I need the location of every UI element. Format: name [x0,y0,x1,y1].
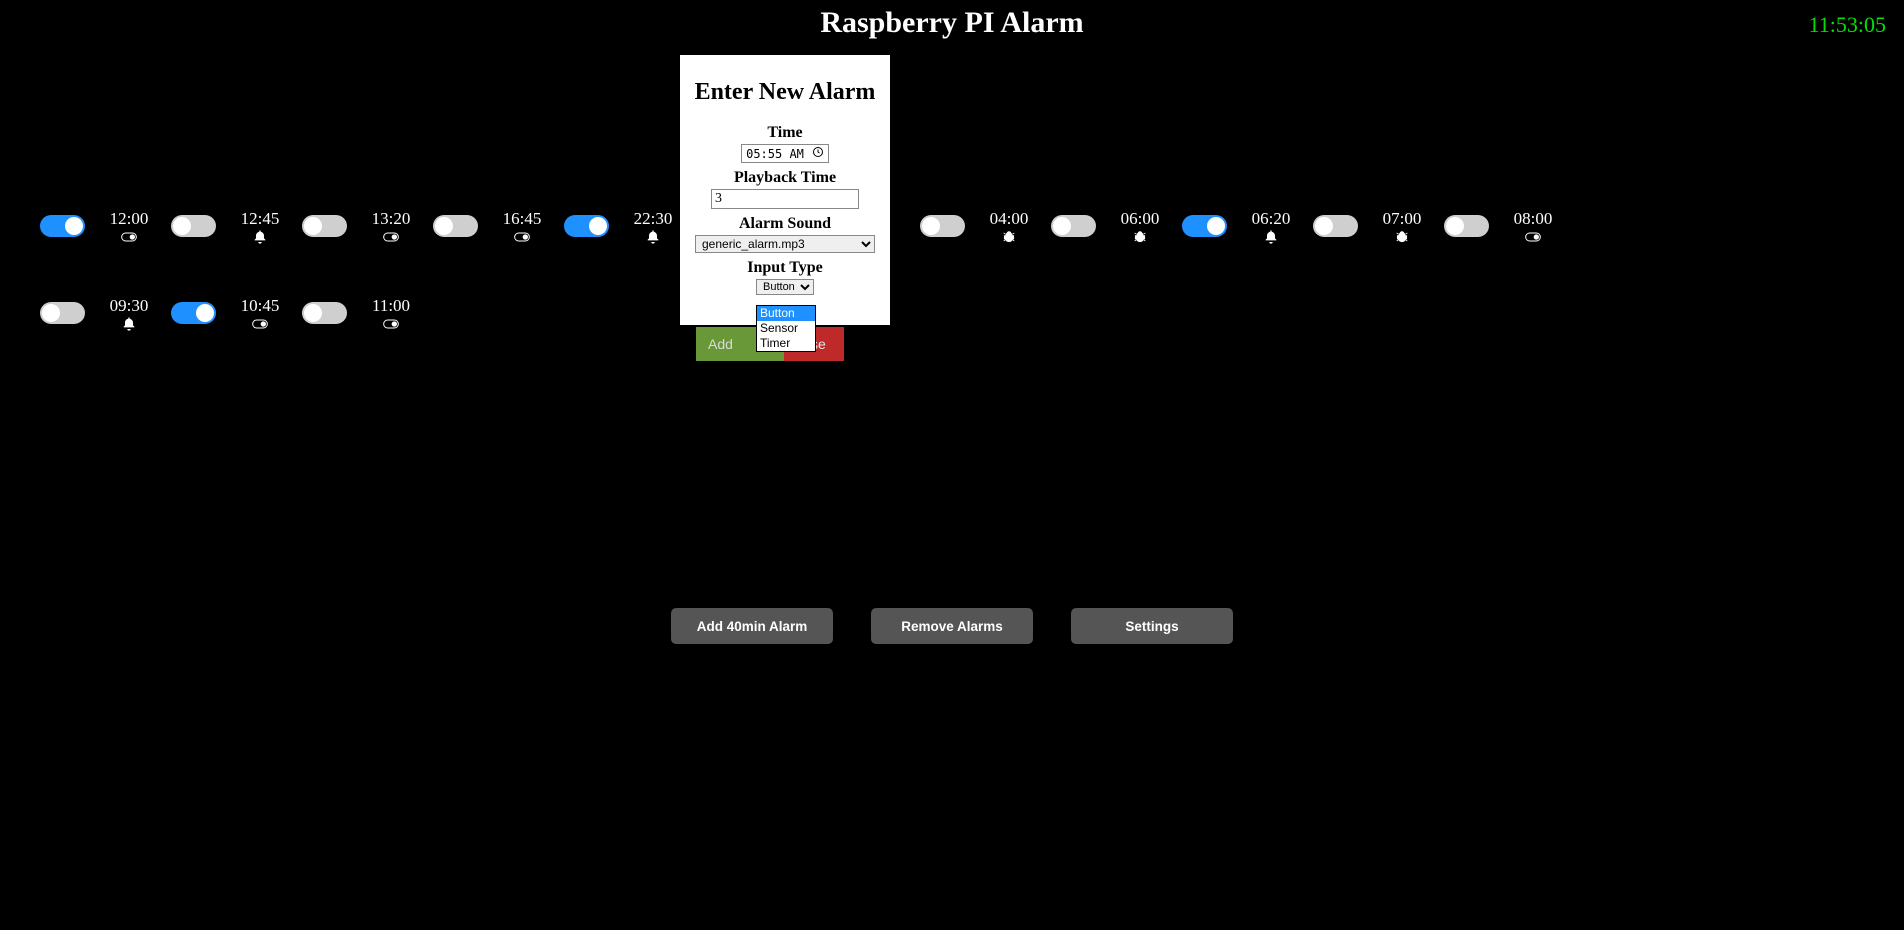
page-title: Raspberry PI Alarm [0,6,1904,40]
alarm-item: 06:20 [1182,210,1313,245]
alarm-info: 10:45 [240,297,280,332]
toggle-icon [371,316,411,332]
dropdown-option-timer[interactable]: Timer [757,336,815,351]
alarm-toggle[interactable] [302,302,347,324]
toggle-icon [109,229,149,245]
toggle-icon [240,316,280,332]
clock-display: 11:53:05 [1809,12,1886,38]
alarm-item: 07:00 [1313,210,1444,245]
settings-button[interactable]: Settings [1071,608,1233,644]
alarm-toggle[interactable] [40,215,85,237]
alarm-info: 08:00 [1513,210,1553,245]
bell-icon [1251,229,1291,245]
alarm-info: 12:45 [240,210,280,245]
alarm-item: 04:00 [920,210,1051,245]
alarm-item: 09:30 [40,297,171,332]
add-40min-alarm-button[interactable]: Add 40min Alarm [671,608,833,644]
input-type-dropdown[interactable]: Button Sensor Timer [756,305,816,352]
alarm-sound-select[interactable]: generic_alarm.mp3 [695,235,875,253]
alarm-item: 12:00 [40,210,171,245]
dropdown-option-button[interactable]: Button [757,306,815,321]
alarm-time: 10:45 [240,297,280,314]
alarm-time: 22:30 [633,210,673,227]
alarm-time: 12:00 [109,210,149,227]
remove-alarms-button[interactable]: Remove Alarms [871,608,1033,644]
alarm-info: 09:30 [109,297,149,332]
time-input[interactable]: 05:55 AM [741,144,829,163]
modal-title: Enter New Alarm [680,79,890,106]
bell-icon [109,316,149,332]
alarm-time: 16:45 [502,210,542,227]
alarm-row: 09:30 10:45 11:00 [40,297,1904,332]
bell-icon [240,229,280,245]
alarm-item: 16:45 [433,210,564,245]
alarm-info: 12:00 [109,210,149,245]
alarm-item: 13:20 [302,210,433,245]
bug-icon [1382,229,1422,245]
bug-icon [1120,229,1160,245]
alarm-info: 11:00 [371,297,411,332]
clock-icon[interactable] [812,146,824,161]
alarm-toggle[interactable] [1444,215,1489,237]
alarm-toggle[interactable] [302,215,347,237]
alarm-time: 13:20 [371,210,411,227]
alarm-row: 12:00 12:45 13:20 16:45 22:30 04:00 06:00 06:20… [40,210,1904,245]
alarm-toggle[interactable] [1051,215,1096,237]
alarm-time: 06:20 [1251,210,1291,227]
playback-time-input[interactable] [711,189,859,209]
alarm-toggle[interactable] [40,302,85,324]
alarm-toggle[interactable] [564,215,609,237]
alarm-toggle[interactable] [920,215,965,237]
alarm-toggle[interactable] [433,215,478,237]
alarm-time: 07:00 [1382,210,1422,227]
alarm-item: 11:00 [302,297,433,332]
alarm-info: 22:30 [633,210,673,245]
footer-toolbar: Add 40min Alarm Remove Alarms Settings [0,608,1904,644]
input-type-label: Input Type [680,259,890,277]
alarm-item: 08:00 [1444,210,1575,245]
alarm-item: 22:30 [564,210,695,245]
input-type-select[interactable]: Button [756,279,814,295]
alarm-item: 10:45 [171,297,302,332]
alarm-sound-label: Alarm Sound [680,215,890,233]
alarm-info: 04:00 [989,210,1029,245]
toggle-icon [502,229,542,245]
playback-time-label: Playback Time [680,169,890,187]
alarm-time: 06:00 [1120,210,1160,227]
toggle-icon [371,229,411,245]
alarm-time: 04:00 [989,210,1029,227]
alarm-info: 06:20 [1251,210,1291,245]
bell-icon [633,229,673,245]
alarm-info: 06:00 [1120,210,1160,245]
new-alarm-modal: Enter New Alarm Time 05:55 AM Playback T… [680,55,890,325]
alarm-time: 12:45 [240,210,280,227]
alarm-info: 07:00 [1382,210,1422,245]
alarm-time: 08:00 [1513,210,1553,227]
alarm-item: 06:00 [1051,210,1182,245]
alarm-toggle[interactable] [1182,215,1227,237]
alarm-info: 16:45 [502,210,542,245]
alarm-time: 09:30 [109,297,149,314]
bug-icon [989,229,1029,245]
time-label: Time [680,124,890,142]
time-value: 05:55 AM [746,147,804,161]
alarm-toggle[interactable] [171,302,216,324]
alarm-item: 12:45 [171,210,302,245]
toggle-icon [1513,229,1553,245]
alarm-time: 11:00 [371,297,411,314]
alarm-info: 13:20 [371,210,411,245]
alarm-toggle[interactable] [1313,215,1358,237]
header: Raspberry PI Alarm 11:53:05 [0,0,1904,40]
dropdown-option-sensor[interactable]: Sensor [757,321,815,336]
alarm-grid: 12:00 12:45 13:20 16:45 22:30 04:00 06:00 06:20… [0,210,1904,332]
alarm-toggle[interactable] [171,215,216,237]
